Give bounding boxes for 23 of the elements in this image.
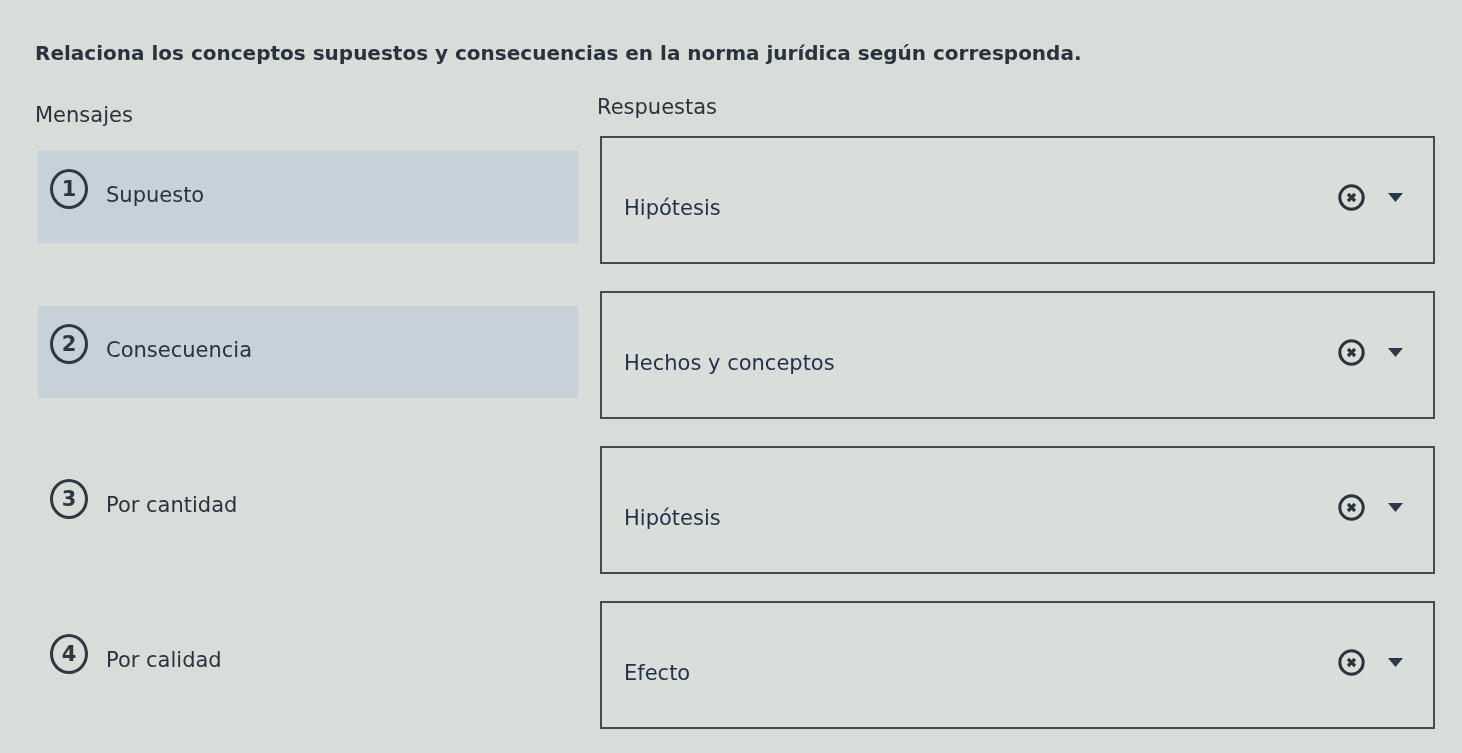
- item-number: 4: [50, 634, 88, 674]
- column-heading: Respuestas: [597, 94, 718, 121]
- caret-down-icon[interactable]: [1388, 192, 1403, 202]
- clear-icon[interactable]: [1338, 493, 1365, 521]
- caret-down-icon[interactable]: [1388, 347, 1403, 357]
- answer-dropdown[interactable]: Hipótesis: [600, 136, 1435, 264]
- clear-icon[interactable]: [1338, 338, 1365, 366]
- item-number: 1: [50, 169, 88, 209]
- item-number: 2: [50, 324, 88, 364]
- message-text: Consecuencia: [106, 337, 252, 364]
- column-heading: Mensajes: [35, 102, 134, 129]
- caret-down-icon[interactable]: [1388, 657, 1403, 667]
- item-number: 3: [50, 479, 88, 519]
- clear-icon[interactable]: [1338, 183, 1365, 211]
- answer-dropdown[interactable]: Hechos y conceptos: [600, 291, 1435, 419]
- message-text: Por cantidad: [106, 492, 238, 519]
- message-text: Supuesto: [106, 182, 205, 209]
- instruction-text: Relaciona los conceptos supuestos y consecuencias en la norma jurídica según corresponda.: [35, 40, 1082, 67]
- caret-down-icon[interactable]: [1388, 502, 1403, 512]
- clear-icon[interactable]: [1338, 648, 1365, 676]
- answer-dropdown[interactable]: Efecto: [600, 601, 1435, 729]
- answer-dropdown[interactable]: Hipótesis: [600, 446, 1435, 574]
- message-text: Por calidad: [106, 647, 222, 674]
